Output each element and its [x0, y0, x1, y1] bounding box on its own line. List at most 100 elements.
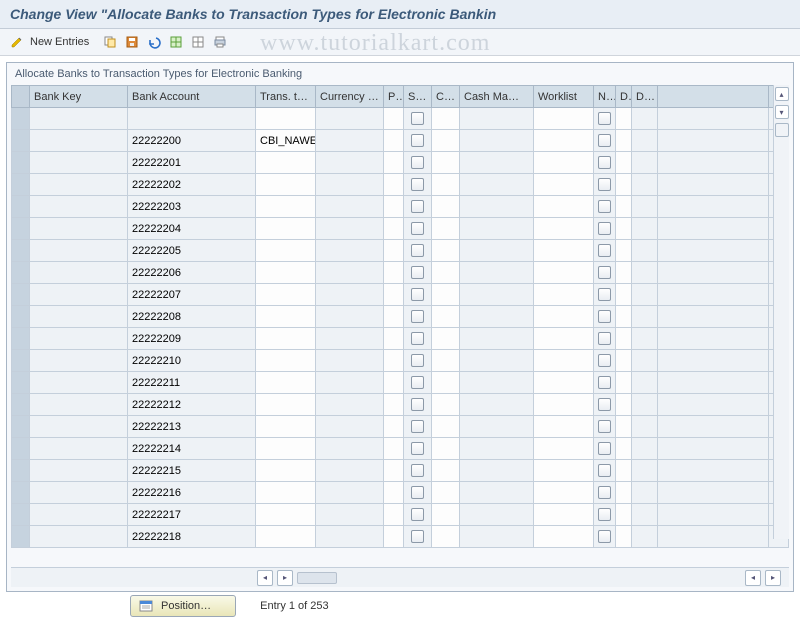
cell-n[interactable]: [594, 196, 616, 218]
cell-p[interactable]: [384, 394, 404, 416]
cell-worklist[interactable]: [534, 108, 594, 130]
cell-worklist[interactable]: [534, 130, 594, 152]
cell-trans-t[interactable]: [256, 438, 316, 460]
cell-currency[interactable]: [316, 284, 384, 306]
cell-bank-key[interactable]: [30, 372, 128, 394]
cell-pad[interactable]: [658, 372, 769, 394]
cell-trans-t[interactable]: [256, 504, 316, 526]
checkbox[interactable]: [598, 464, 611, 477]
cell-d2[interactable]: [632, 218, 658, 240]
table-row[interactable]: 22222217: [12, 504, 789, 526]
cell-trans-t[interactable]: CBI_NAWE: [256, 130, 316, 152]
table-row[interactable]: 22222200CBI_NAWE: [12, 130, 789, 152]
cell-cash-ma[interactable]: [460, 526, 534, 548]
cell-pad[interactable]: [658, 240, 769, 262]
cell-p[interactable]: [384, 460, 404, 482]
cell-cash-ma[interactable]: [460, 416, 534, 438]
cell-su[interactable]: [404, 526, 432, 548]
cell-n[interactable]: [594, 438, 616, 460]
cell-d2[interactable]: [632, 130, 658, 152]
print-icon[interactable]: [211, 33, 229, 51]
cell-trans-t[interactable]: [256, 372, 316, 394]
cell-p[interactable]: [384, 438, 404, 460]
cell-bank-account[interactable]: 22222204: [128, 218, 256, 240]
checkbox[interactable]: [598, 530, 611, 543]
scroll-down-button[interactable]: ▾: [775, 105, 789, 119]
cell-cash-ma[interactable]: [460, 130, 534, 152]
cell-su[interactable]: [404, 416, 432, 438]
col-header-worklist[interactable]: Worklist: [534, 86, 594, 108]
cell-bank-account[interactable]: 22222210: [128, 350, 256, 372]
col-header-bank-account[interactable]: Bank Account: [128, 86, 256, 108]
cell-n[interactable]: [594, 262, 616, 284]
checkbox[interactable]: [411, 398, 424, 411]
cell-cash-ma[interactable]: [460, 196, 534, 218]
cell-cash-ma[interactable]: [460, 482, 534, 504]
cell-pad[interactable]: [658, 328, 769, 350]
cell-d2[interactable]: [632, 372, 658, 394]
cell-d2[interactable]: [632, 482, 658, 504]
cell-n[interactable]: [594, 416, 616, 438]
checkbox[interactable]: [411, 178, 424, 191]
cell-worklist[interactable]: [534, 438, 594, 460]
cell-co[interactable]: [432, 262, 460, 284]
cell-worklist[interactable]: [534, 526, 594, 548]
cell-cash-ma[interactable]: [460, 284, 534, 306]
scroll-left-button[interactable]: ◂: [257, 570, 273, 586]
checkbox[interactable]: [411, 442, 424, 455]
cell-pad[interactable]: [658, 438, 769, 460]
row-selector[interactable]: [12, 240, 30, 262]
checkbox[interactable]: [411, 530, 424, 543]
cell-worklist[interactable]: [534, 350, 594, 372]
cell-trans-t[interactable]: [256, 306, 316, 328]
cell-co[interactable]: [432, 438, 460, 460]
cell-d1[interactable]: [616, 350, 632, 372]
table-row[interactable]: 22222208: [12, 306, 789, 328]
row-selector[interactable]: [12, 152, 30, 174]
checkbox[interactable]: [411, 200, 424, 213]
cell-p[interactable]: [384, 262, 404, 284]
scroll-right-button[interactable]: ▸: [277, 570, 293, 586]
cell-pad[interactable]: [658, 284, 769, 306]
cell-d1[interactable]: [616, 328, 632, 350]
cell-currency[interactable]: [316, 174, 384, 196]
cell-cash-ma[interactable]: [460, 504, 534, 526]
checkbox[interactable]: [598, 266, 611, 279]
cell-currency[interactable]: [316, 504, 384, 526]
cell-pad[interactable]: [658, 482, 769, 504]
cell-co[interactable]: [432, 284, 460, 306]
cell-d1[interactable]: [616, 504, 632, 526]
row-selector[interactable]: [12, 218, 30, 240]
cell-co[interactable]: [432, 174, 460, 196]
cell-currency[interactable]: [316, 218, 384, 240]
cell-bank-key[interactable]: [30, 526, 128, 548]
cell-p[interactable]: [384, 504, 404, 526]
scroll-handle[interactable]: [775, 123, 789, 137]
cell-d2[interactable]: [632, 108, 658, 130]
cell-cash-ma[interactable]: [460, 262, 534, 284]
scroll-left-end-button[interactable]: ◂: [745, 570, 761, 586]
cell-su[interactable]: [404, 284, 432, 306]
undo-icon[interactable]: [145, 33, 163, 51]
cell-n[interactable]: [594, 372, 616, 394]
cell-worklist[interactable]: [534, 152, 594, 174]
cell-su[interactable]: [404, 262, 432, 284]
cell-bank-account[interactable]: 22222216: [128, 482, 256, 504]
cell-co[interactable]: [432, 152, 460, 174]
cell-n[interactable]: [594, 504, 616, 526]
cell-su[interactable]: [404, 350, 432, 372]
cell-co[interactable]: [432, 196, 460, 218]
cell-trans-t[interactable]: [256, 328, 316, 350]
cell-su[interactable]: [404, 372, 432, 394]
cell-currency[interactable]: [316, 328, 384, 350]
cell-d1[interactable]: [616, 438, 632, 460]
cell-trans-t[interactable]: [256, 196, 316, 218]
cell-su[interactable]: [404, 218, 432, 240]
checkbox[interactable]: [598, 310, 611, 323]
col-header-selector[interactable]: [12, 86, 30, 108]
cell-n[interactable]: [594, 350, 616, 372]
cell-co[interactable]: [432, 416, 460, 438]
table-row[interactable]: [12, 108, 789, 130]
cell-d1[interactable]: [616, 240, 632, 262]
row-selector[interactable]: [12, 328, 30, 350]
